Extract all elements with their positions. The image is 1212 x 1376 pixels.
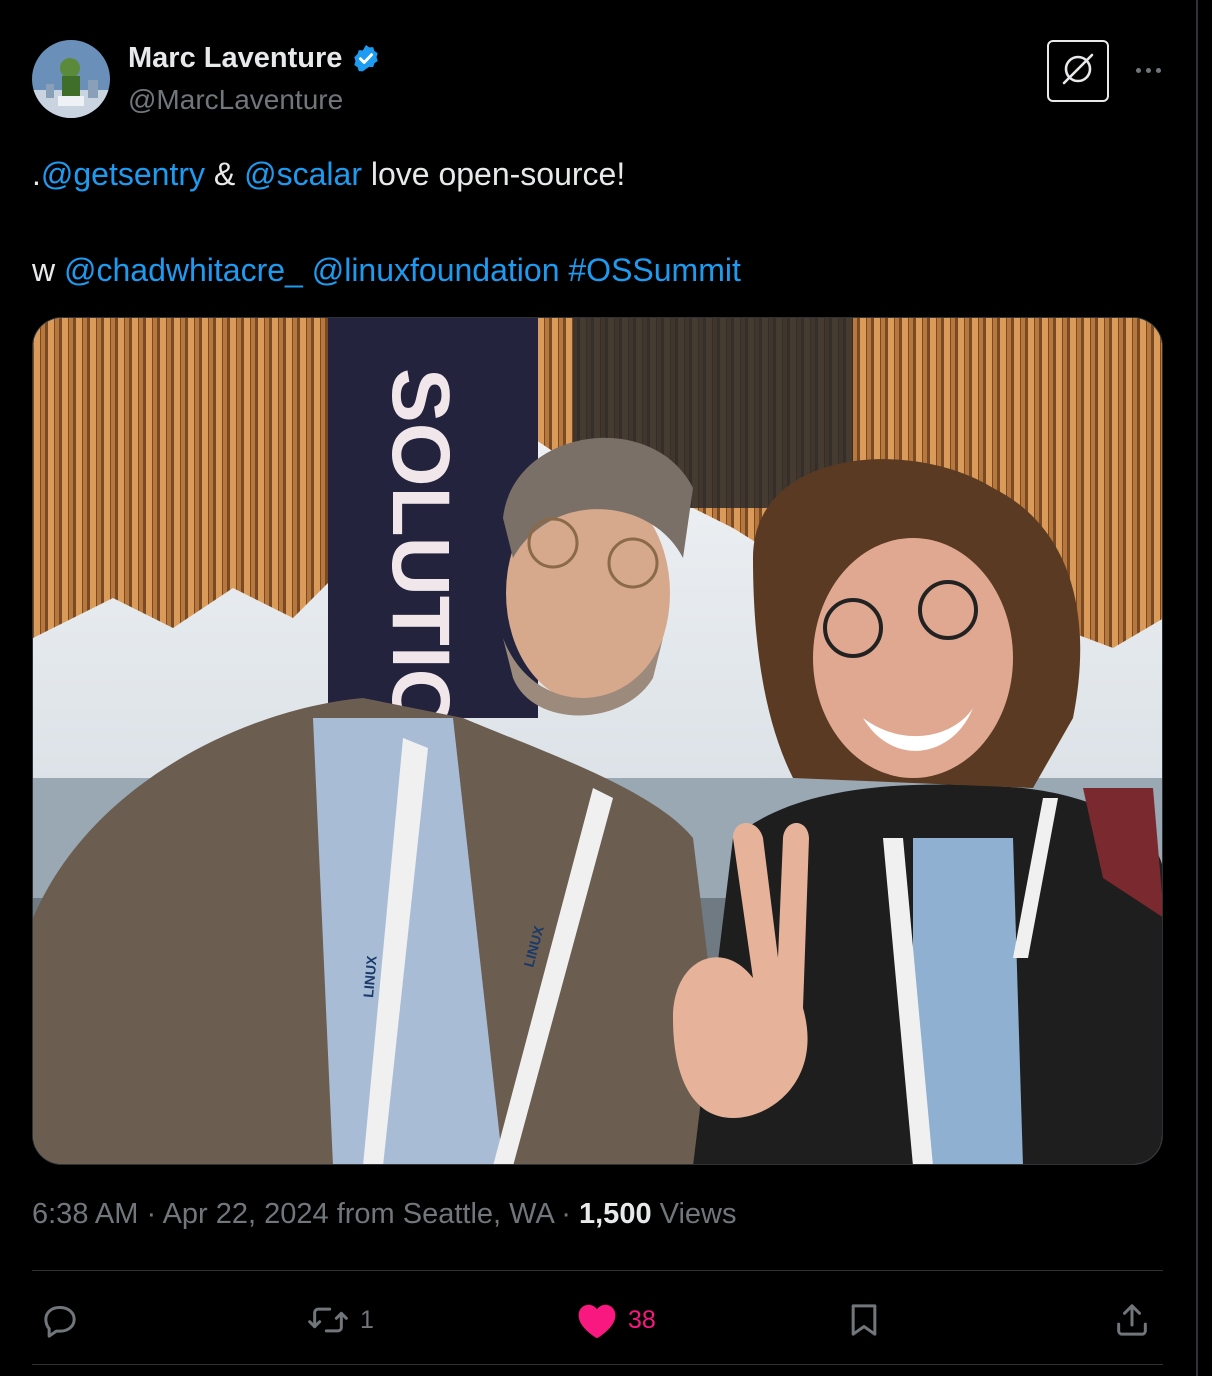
meta-separator-2: · [553,1198,579,1230]
hashtag-ossummit[interactable]: #OSSummit [568,252,740,288]
like-button[interactable]: 38 [576,1290,656,1350]
text-with: w [32,252,64,288]
tweet-line-2: w @chadwhitacre_ @linuxfoundation #OSSum… [32,246,1162,294]
grok-icon [1058,49,1098,94]
reply-icon [40,1300,80,1340]
text-connector: & [205,156,245,192]
verified-badge-icon[interactable] [350,43,382,75]
mention-chadwhitacre[interactable]: @chadwhitacre_ [64,252,303,288]
views-count: 1,500 [579,1198,652,1230]
display-name[interactable]: Marc Laventure [128,42,342,75]
reply-button[interactable] [40,1290,90,1350]
tweet-date[interactable]: Apr 22, 2024 [163,1198,329,1230]
more-icon [1135,67,1141,73]
repost-icon [306,1300,350,1340]
tweet-photo[interactable]: SOLUTIONS LINUX LINUX [32,317,1163,1165]
views-label: Views [651,1198,737,1230]
name-row: Marc Laventure [128,42,382,75]
text-prefix: . [32,156,41,192]
repost-count: 1 [360,1305,374,1334]
tweet-text: .@getsentry & @scalar love open-source! … [32,150,1162,294]
tweet-meta: 6:38 AM · Apr 22, 2024 from Seattle, WA … [32,1198,736,1231]
bookmark-button[interactable] [844,1290,884,1350]
tweet-location: from Seattle, WA [328,1198,554,1230]
user-handle[interactable]: @MarcLaventure [128,84,343,116]
share-icon [1112,1300,1152,1340]
bookmark-icon [844,1300,884,1340]
mention-scalar[interactable]: @scalar [244,156,362,192]
tweet-time[interactable]: 6:38 AM [32,1198,138,1230]
mention-linuxfoundation[interactable]: @linuxfoundation [312,252,560,288]
column-border [1196,0,1198,1376]
text-suffix: love open-source! [361,156,626,192]
like-count: 38 [628,1305,656,1334]
divider-bottom [32,1364,1163,1365]
tweet-header: Marc Laventure @MarcLaventure [32,40,1172,120]
meta-separator: · [138,1198,163,1230]
divider-top [32,1270,1163,1271]
grok-button[interactable] [1047,40,1109,102]
more-button[interactable] [1128,52,1168,88]
avatar[interactable] [32,40,110,118]
share-button[interactable] [1112,1290,1152,1350]
heart-icon [576,1300,618,1340]
tweet-line-1: .@getsentry & @scalar love open-source! [32,150,1162,198]
mention-getsentry[interactable]: @getsentry [41,156,205,192]
action-bar: 1 38 [32,1290,1163,1350]
repost-button[interactable]: 1 [306,1290,374,1350]
